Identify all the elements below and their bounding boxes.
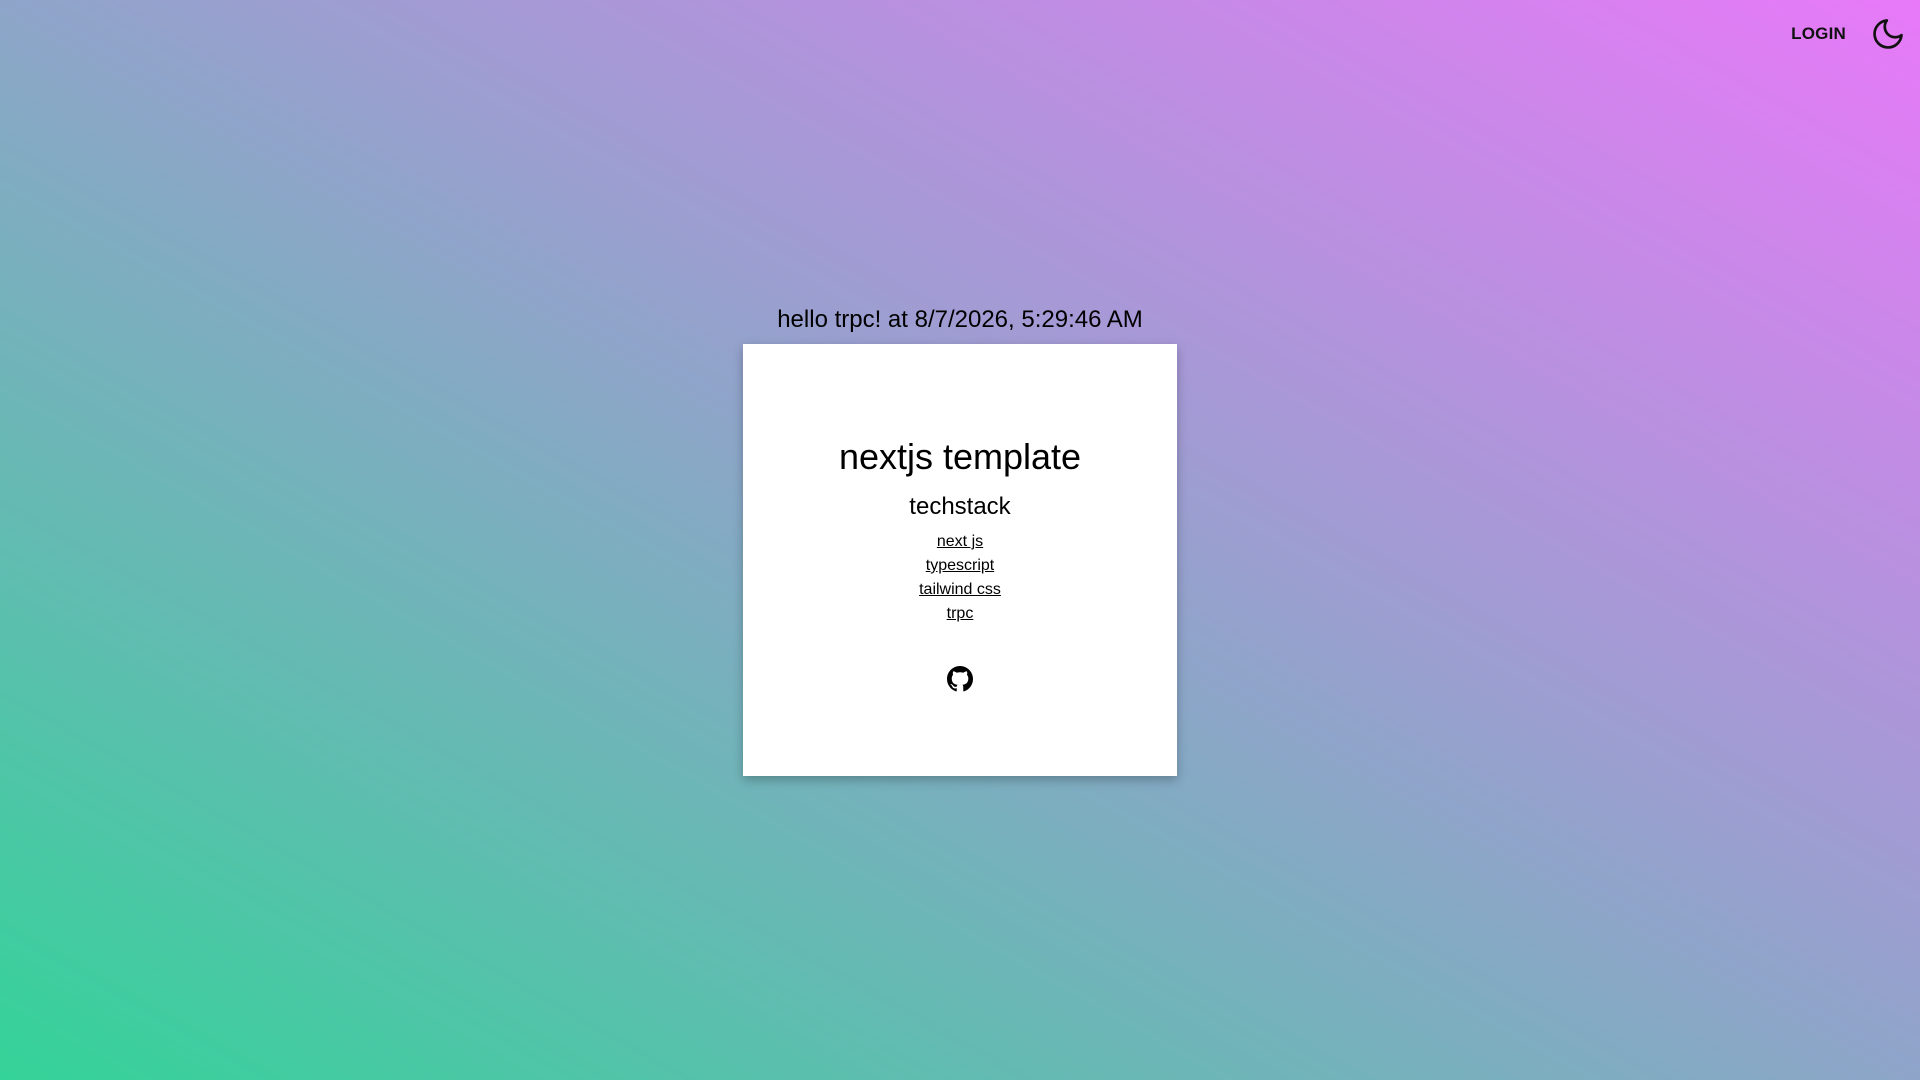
techstack-link-typescript[interactable]: typescript <box>926 557 994 574</box>
github-link[interactable] <box>947 666 973 692</box>
list-item: next js <box>919 530 1001 554</box>
greeting-text: hello trpc! at 8/7/2026, 5:29:46 AM <box>777 306 1143 333</box>
top-nav: LOGIN <box>1785 14 1908 54</box>
techstack-link-next-js[interactable]: next js <box>937 533 983 550</box>
techstack-link-tailwind-css[interactable]: tailwind css <box>919 581 1001 598</box>
github-icon <box>947 666 973 692</box>
list-item: trpc <box>919 602 1001 626</box>
theme-toggle-button[interactable] <box>1868 14 1908 54</box>
card-title: nextjs template <box>838 436 1082 477</box>
techstack-link-trpc[interactable]: trpc <box>947 605 974 622</box>
card-subtitle: techstack <box>909 493 1011 520</box>
login-button[interactable]: LOGIN <box>1785 20 1852 48</box>
main-content: hello trpc! at 8/7/2026, 5:29:46 AM next… <box>743 300 1177 776</box>
moon-icon <box>1873 19 1903 49</box>
template-card: nextjs template techstack next js typesc… <box>743 344 1177 776</box>
techstack-list: next js typescript tailwind css trpc <box>919 530 1001 626</box>
list-item: tailwind css <box>919 578 1001 602</box>
list-item: typescript <box>919 554 1001 578</box>
